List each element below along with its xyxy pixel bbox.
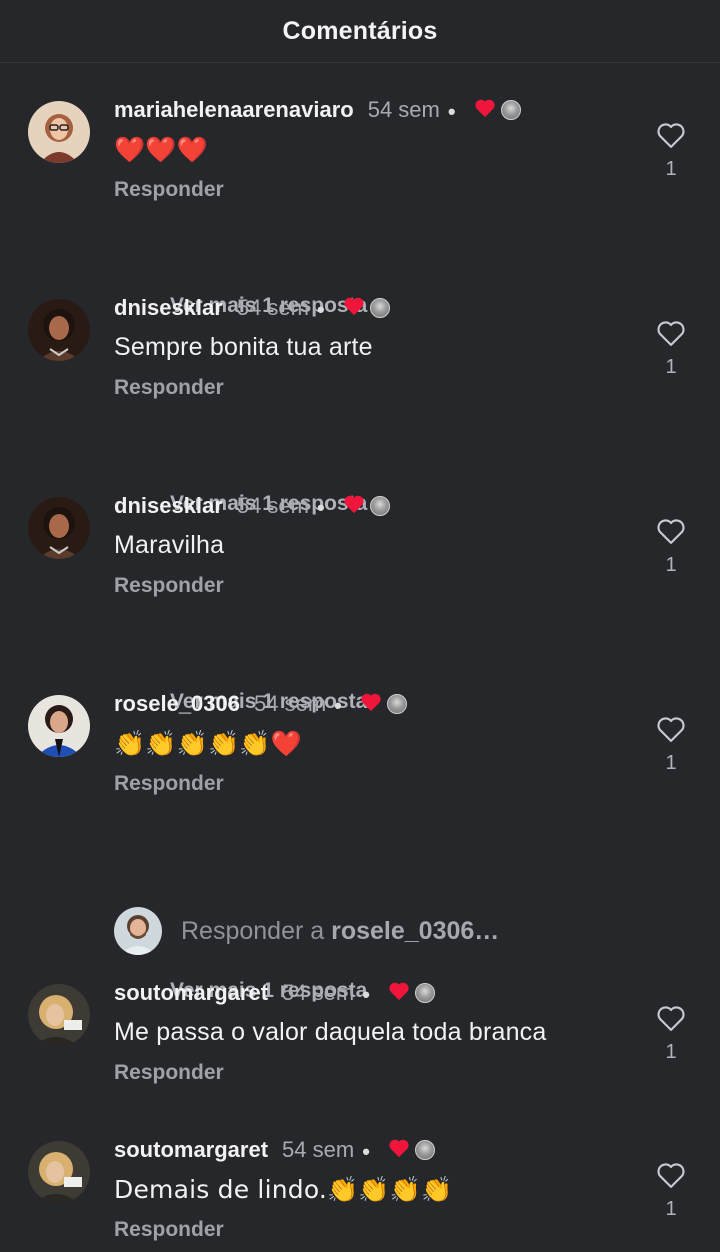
- like-count: 1: [665, 356, 677, 378]
- creator-avatar: [369, 298, 390, 318]
- like-count: 1: [665, 1198, 677, 1220]
- avatar[interactable]: [28, 695, 90, 757]
- username[interactable]: rosele_0306: [114, 691, 240, 717]
- heart-filled-icon: [474, 98, 496, 123]
- comment-meta: mariahelenaarenaviaro 54 sem •: [114, 97, 521, 124]
- like-button[interactable]: 1: [654, 715, 688, 775]
- creator-avatar: [500, 100, 521, 120]
- reply-prefix: Responder a: [181, 916, 332, 945]
- heart-filled-icon: [343, 494, 365, 519]
- separator-dot: •: [334, 693, 342, 718]
- creator-avatar: [414, 983, 435, 1003]
- reply-button[interactable]: Responder: [114, 376, 224, 400]
- avatar[interactable]: [28, 101, 90, 163]
- avatar[interactable]: [28, 497, 90, 559]
- comments-screen: Comentários mariahelenaarenaviaro 54 sem…: [0, 0, 720, 1252]
- heart-filled-icon: [360, 692, 382, 717]
- comment-text: Me passa o valor daquela toda branca: [114, 1018, 547, 1046]
- comment-meta: soutomargaret 54 sem •: [114, 980, 435, 1007]
- heart-filled-icon: [388, 1138, 410, 1163]
- username[interactable]: soutomargaret: [114, 980, 268, 1006]
- comments-header: Comentários: [0, 0, 720, 63]
- timestamp: 54 sem: [367, 97, 440, 122]
- username[interactable]: mariahelenaarenaviaro: [114, 97, 354, 123]
- comment-meta: dnisesklar 54 sem •: [114, 493, 390, 520]
- creator-avatar: [414, 1140, 435, 1160]
- heart-outline-icon: [657, 1163, 685, 1188]
- comment-text: ❤️❤️❤️: [114, 135, 208, 164]
- separator-dot: •: [362, 982, 370, 1007]
- comment-meta: dnisesklar 54 sem •: [114, 295, 390, 322]
- separator-dot: •: [317, 495, 325, 520]
- creator-avatar: [369, 496, 390, 516]
- heart-filled-icon: [343, 296, 365, 321]
- reply-target: rosele_0306…: [331, 916, 500, 945]
- timestamp: 54 sem: [282, 980, 355, 1005]
- reply-button[interactable]: Responder: [114, 574, 224, 598]
- timestamp: 54 sem: [236, 295, 309, 320]
- username[interactable]: dnisesklar: [114, 493, 223, 519]
- heart-outline-icon: [657, 717, 685, 742]
- creator-avatar: [386, 694, 407, 714]
- comment-text: Demais de lindo.👏👏👏👏: [114, 1175, 453, 1204]
- like-button[interactable]: 1: [654, 1161, 688, 1221]
- like-button[interactable]: 1: [654, 517, 688, 577]
- separator-dot: •: [447, 99, 456, 124]
- like-count: 1: [665, 1041, 677, 1063]
- username[interactable]: soutomargaret: [114, 1137, 268, 1163]
- separator-dot: •: [317, 297, 325, 322]
- heart-outline-icon: [657, 321, 685, 346]
- like-count: 1: [665, 158, 677, 180]
- reply-button[interactable]: Responder: [114, 178, 224, 202]
- separator-dot: •: [362, 1139, 370, 1164]
- like-button[interactable]: 1: [654, 319, 688, 379]
- comment-text: Sempre bonita tua arte: [114, 333, 373, 361]
- comment-meta: rosele_0306 54 sem •: [114, 691, 407, 718]
- like-count: 1: [665, 752, 677, 774]
- like-count: 1: [665, 554, 677, 576]
- comment-meta: soutomargaret 54 sem •: [114, 1137, 435, 1164]
- heart-outline-icon: [657, 123, 685, 148]
- avatar[interactable]: [28, 984, 90, 1046]
- timestamp: 54 sem: [282, 1137, 355, 1162]
- heart-outline-icon: [657, 519, 685, 544]
- reply-button[interactable]: Responder: [114, 772, 224, 796]
- reply-button[interactable]: Responder: [114, 1218, 224, 1242]
- avatar[interactable]: [28, 299, 90, 361]
- like-button[interactable]: 1: [654, 1004, 688, 1064]
- heart-outline-icon: [657, 1006, 685, 1031]
- comment-text: Maravilha: [114, 531, 225, 559]
- username[interactable]: dnisesklar: [114, 295, 223, 321]
- heart-filled-icon: [388, 981, 410, 1006]
- current-user-avatar: [114, 907, 162, 955]
- timestamp: 54 sem: [254, 691, 327, 716]
- reply-composer[interactable]: Responder a rosele_0306…: [114, 907, 499, 955]
- comment-text: 👏👏👏👏👏❤️: [114, 729, 302, 758]
- avatar[interactable]: [28, 1141, 90, 1203]
- like-button[interactable]: 1: [654, 121, 688, 181]
- timestamp: 54 sem: [236, 493, 309, 518]
- reply-composer-placeholder[interactable]: Responder a rosele_0306…: [181, 917, 499, 946]
- reply-button[interactable]: Responder: [114, 1061, 224, 1085]
- header-title: Comentários: [282, 16, 438, 45]
